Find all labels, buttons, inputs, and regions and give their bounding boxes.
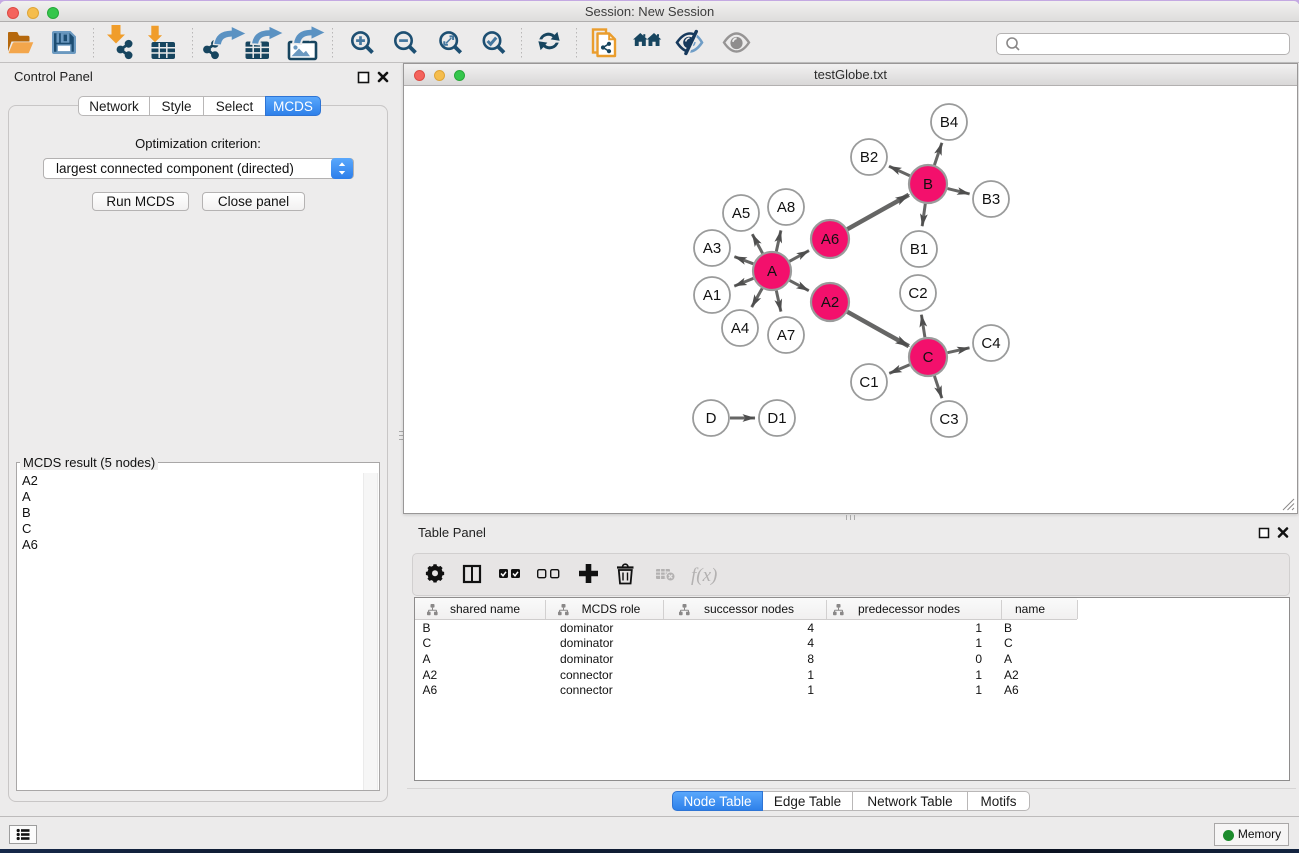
svg-text:C2: C2 xyxy=(908,285,927,302)
svg-text:D: D xyxy=(706,410,717,427)
svg-text:B4: B4 xyxy=(940,114,958,131)
svg-text:B1: B1 xyxy=(910,241,928,258)
svg-text:A4: A4 xyxy=(731,320,749,337)
svg-text:B: B xyxy=(923,176,933,193)
svg-text:B2: B2 xyxy=(860,149,878,166)
svg-text:C1: C1 xyxy=(859,374,878,391)
svg-text:A6: A6 xyxy=(821,231,839,248)
svg-text:A: A xyxy=(767,263,777,280)
svg-text:B3: B3 xyxy=(982,191,1000,208)
svg-text:f(x): f(x) xyxy=(691,565,717,586)
svg-text:D1: D1 xyxy=(767,410,786,427)
svg-text:A1: A1 xyxy=(703,287,721,304)
svg-text:A2: A2 xyxy=(821,294,839,311)
svg-text:A3: A3 xyxy=(703,240,721,257)
svg-text:A7: A7 xyxy=(777,327,795,344)
svg-text:C4: C4 xyxy=(981,335,1000,352)
svg-text:C3: C3 xyxy=(939,411,958,428)
svg-text:C: C xyxy=(923,349,934,366)
svg-text:A5: A5 xyxy=(732,205,750,222)
svg-text:A8: A8 xyxy=(777,199,795,216)
